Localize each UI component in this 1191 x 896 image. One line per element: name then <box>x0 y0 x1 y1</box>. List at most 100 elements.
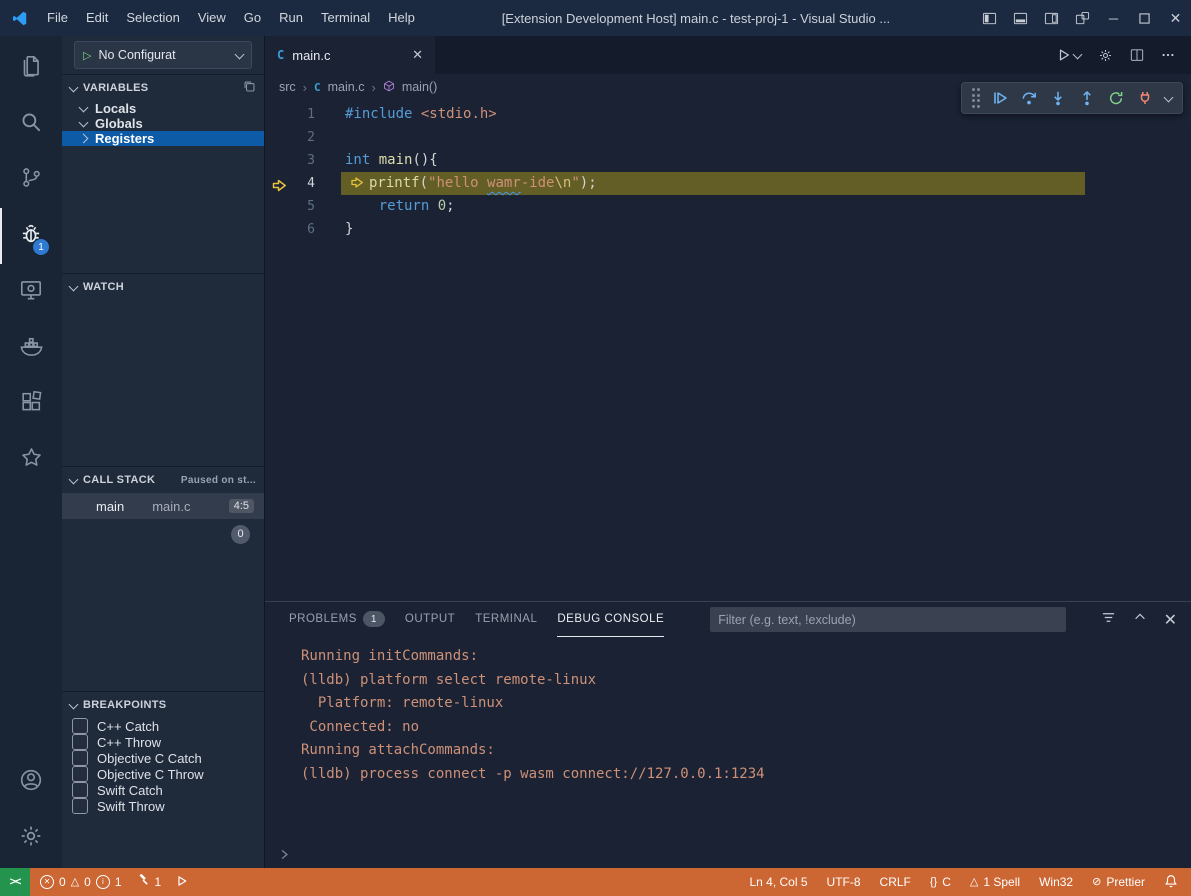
gutter[interactable]: 2 <box>265 126 341 149</box>
customize-layout-icon[interactable] <box>1067 0 1098 36</box>
variables-header[interactable]: VARIABLES <box>62 75 264 101</box>
tasks-status[interactable]: 1 <box>137 874 162 890</box>
activity-item-explorer[interactable] <box>0 40 62 96</box>
disconnect-button[interactable] <box>1137 90 1153 106</box>
checkbox[interactable] <box>72 750 88 766</box>
run-or-debug-button[interactable] <box>1057 48 1081 62</box>
code-text[interactable]: } <box>341 218 353 241</box>
breakpoint-item-objective-c-catch[interactable]: Objective C Catch <box>62 750 264 766</box>
breakpoint-item-swift-catch[interactable]: Swift Catch <box>62 782 264 798</box>
activity-item-search[interactable] <box>0 96 62 152</box>
checkbox[interactable] <box>72 798 88 814</box>
code-text[interactable] <box>341 126 345 149</box>
breakpoint-item-swift-throw[interactable]: Swift Throw <box>62 798 264 814</box>
step-out-button[interactable] <box>1079 90 1095 106</box>
code-text[interactable]: printf("hello wamr-ide\n"); <box>341 172 597 195</box>
checkbox[interactable] <box>72 766 88 782</box>
gutter[interactable]: 5 <box>265 195 341 218</box>
filter-lines-icon[interactable] <box>1101 610 1116 630</box>
gutter[interactable]: 4 <box>265 172 341 195</box>
close-panel-icon[interactable]: ✕ <box>1164 610 1177 630</box>
checkbox[interactable] <box>72 734 88 750</box>
activity-item-accounts[interactable] <box>0 754 62 810</box>
stack-frame-row[interactable]: main main.c 4:5 <box>62 493 264 519</box>
breadcrumb-folder[interactable]: src <box>279 80 296 94</box>
menu-terminal[interactable]: Terminal <box>312 0 379 36</box>
maximize-button[interactable] <box>1129 0 1160 36</box>
activity-item-docker[interactable] <box>0 320 62 376</box>
status-spell[interactable]: △1 Spell <box>970 875 1020 889</box>
more-actions-icon[interactable] <box>1161 48 1175 62</box>
menu-run[interactable]: Run <box>270 0 312 36</box>
checkbox[interactable] <box>72 718 88 734</box>
code-editor[interactable]: 1#include <stdio.h>23int main(){4printf(… <box>265 100 1191 601</box>
breakpoint-item-c-catch[interactable]: C++ Catch <box>62 718 264 734</box>
toggle-secondary-sidebar-icon[interactable] <box>1036 0 1067 36</box>
variables-item-locals[interactable]: Locals <box>62 101 264 116</box>
console-input-row[interactable] <box>265 846 1191 868</box>
drag-handle[interactable] <box>972 88 981 108</box>
status-encoding[interactable]: UTF-8 <box>827 875 861 889</box>
gutter[interactable]: 1 <box>265 103 341 126</box>
gutter[interactable]: 3 <box>265 149 341 172</box>
debug-status[interactable] <box>176 875 188 890</box>
close-tab-icon[interactable]: ✕ <box>412 47 423 63</box>
activity-item-source-control[interactable] <box>0 152 62 208</box>
breakpoints-header[interactable]: BREAKPOINTS <box>62 692 264 718</box>
variables-panel-icon[interactable] <box>243 80 256 96</box>
split-editor-icon[interactable] <box>1130 48 1144 62</box>
close-button[interactable]: ✕ <box>1160 0 1191 36</box>
tab-main-c[interactable]: C main.c ✕ <box>265 36 435 74</box>
activity-item-extensions[interactable] <box>0 376 62 432</box>
menu-view[interactable]: View <box>189 0 235 36</box>
toggle-panel-icon[interactable] <box>1005 0 1036 36</box>
panel-tab-debug-console[interactable]: DEBUG CONSOLE <box>557 602 664 637</box>
panel-tab-terminal[interactable]: TERMINAL <box>475 602 537 637</box>
status-eol[interactable]: CRLF <box>880 875 911 889</box>
status-language[interactable]: {}C <box>930 875 951 889</box>
panel-tab-output[interactable]: OUTPUT <box>405 602 455 637</box>
status-prettier[interactable]: ⊘Prettier <box>1092 875 1145 889</box>
toggle-sidebar-icon[interactable] <box>974 0 1005 36</box>
chevron-down-icon[interactable] <box>1164 92 1174 102</box>
activity-item-settings[interactable] <box>0 810 62 866</box>
breadcrumb-file[interactable]: main.c <box>328 80 365 94</box>
menu-file[interactable]: File <box>38 0 77 36</box>
menu-go[interactable]: Go <box>235 0 270 36</box>
variables-item-registers[interactable]: Registers <box>62 131 264 146</box>
checkbox[interactable] <box>72 782 88 798</box>
gutter[interactable]: 6 <box>265 218 341 241</box>
step-over-button[interactable] <box>1021 90 1037 106</box>
tree-item-label: Globals <box>95 116 143 131</box>
breakpoint-item-objective-c-throw[interactable]: Objective C Throw <box>62 766 264 782</box>
menu-edit[interactable]: Edit <box>77 0 117 36</box>
launch-config-dropdown[interactable]: ▷ No Configurat <box>74 41 252 69</box>
restart-button[interactable] <box>1108 90 1124 106</box>
inline-breakpoint-icon[interactable] <box>351 173 364 196</box>
settings-gear-icon[interactable] <box>1098 48 1113 63</box>
variables-item-globals[interactable]: Globals <box>62 116 264 131</box>
panel-tab-problems[interactable]: PROBLEMS1 <box>289 602 385 637</box>
maximize-panel-icon[interactable] <box>1133 610 1147 629</box>
remote-indicator[interactable]: >< <box>0 868 30 896</box>
code-text[interactable]: int main(){ <box>341 149 438 172</box>
step-into-button[interactable] <box>1050 90 1066 106</box>
activity-item-remote-explorer[interactable] <box>0 264 62 320</box>
breadcrumb-symbol[interactable]: main() <box>402 80 437 94</box>
activity-item-star[interactable] <box>0 432 62 488</box>
call-stack-header[interactable]: CALL STACK Paused on st... <box>62 467 264 493</box>
watch-header[interactable]: WATCH <box>62 274 264 300</box>
notifications-bell-icon[interactable] <box>1164 874 1178 891</box>
menu-selection[interactable]: Selection <box>117 0 188 36</box>
activity-item-run-debug[interactable]: 1 <box>0 208 62 264</box>
breakpoint-item-c-throw[interactable]: C++ Throw <box>62 734 264 750</box>
status-platform[interactable]: Win32 <box>1039 875 1073 889</box>
menu-help[interactable]: Help <box>379 0 424 36</box>
code-text[interactable]: #include <stdio.h> <box>341 103 497 126</box>
console-filter-input[interactable] <box>710 607 1066 632</box>
continue-button[interactable] <box>992 90 1008 106</box>
problems-status[interactable]: ✕ 0 △ 0 i 1 <box>40 875 122 889</box>
minimize-button[interactable]: ─ <box>1098 0 1129 36</box>
status-cursor[interactable]: Ln 4, Col 5 <box>749 875 807 889</box>
code-text[interactable]: return 0; <box>341 195 455 218</box>
